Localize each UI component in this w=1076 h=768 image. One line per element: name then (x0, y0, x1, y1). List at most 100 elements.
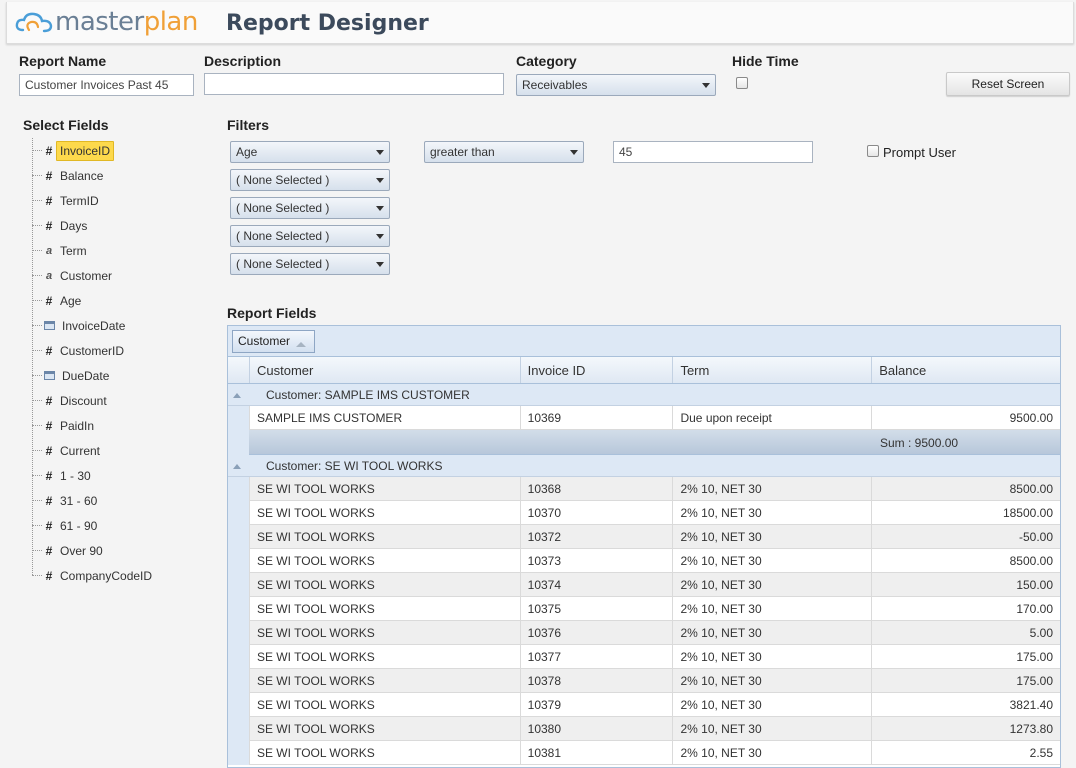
cell-term: 2% 10, NET 30 (672, 549, 872, 573)
group-chip-customer[interactable]: Customer (232, 330, 316, 353)
tree-item-days[interactable]: # Days (28, 213, 218, 238)
cell-balance: 175.00 (871, 669, 1060, 693)
cell-balance: 175.00 (871, 645, 1060, 669)
tree-item-31-60[interactable]: #31 - 60 (28, 488, 218, 513)
tree-item-label: Age (60, 293, 82, 308)
table-row[interactable]: SE WI TOOL WORKS 10375 2% 10, NET 30 170.00 (228, 597, 1060, 621)
filter-field-dropdown-2[interactable]: ( None Selected ) (230, 169, 390, 191)
chevron-down-icon (376, 150, 384, 155)
table-row[interactable]: SAMPLE IMS CUSTOMER 10369 Due upon recei… (228, 406, 1060, 430)
sort-ascending-icon[interactable] (296, 342, 307, 347)
tree-item-customerid[interactable]: # CustomerID (28, 338, 218, 363)
tree-item-label: DueDate (62, 368, 110, 383)
collapse-icon[interactable] (233, 393, 241, 398)
cell-invoice-id: 10368 (519, 477, 673, 501)
cell-invoice-id: 10381 (519, 741, 673, 765)
collapse-icon[interactable] (233, 464, 241, 469)
tree-item-duedate[interactable]: DueDate (28, 363, 218, 388)
tree-item-label: TermID (60, 193, 99, 208)
column-header-invoice-id[interactable]: Invoice ID (519, 357, 673, 383)
page-title: Report Designer (226, 11, 429, 36)
table-row[interactable]: SE WI TOOL WORKS 10370 2% 10, NET 30 18500.… (228, 501, 1060, 525)
tree-item-paidin[interactable]: # PaidIn (28, 413, 218, 438)
cell-customer: SE WI TOOL WORKS (248, 669, 520, 693)
group-rows: SE WI TOOL WORKS 10368 2% 10, NET 30 8500.0… (228, 477, 1060, 765)
table-row[interactable]: SE WI TOOL WORKS 10381 2% 10, NET 30 2.55 (228, 741, 1060, 765)
field-tree: # InvoiceID # Balance # TermID # Days a Term … (28, 138, 218, 588)
tree-item-balance[interactable]: # Balance (28, 163, 218, 188)
table-row[interactable]: SE WI TOOL WORKS 10372 2% 10, NET 30 -50.00 (228, 525, 1060, 549)
tree-item-current[interactable]: # Current (28, 438, 218, 463)
tree-item-customer[interactable]: a Customer (28, 263, 218, 288)
category-label: Category (516, 53, 577, 69)
column-header-term[interactable]: Term (672, 357, 871, 383)
tree-item-termid[interactable]: # TermID (28, 188, 218, 213)
tree-item-age[interactable]: # Age (28, 288, 218, 313)
filter-field-dropdown-1[interactable]: Age (230, 141, 390, 163)
cell-invoice-id: 10373 (519, 549, 673, 573)
tree-item-over-90[interactable]: # Over 90 (28, 538, 218, 563)
number-icon: # (45, 393, 53, 408)
table-row[interactable]: SE WI TOOL WORKS 10376 2% 10, NET 30 5.00 (228, 621, 1060, 645)
chevron-down-icon (376, 206, 384, 211)
column-header-customer[interactable]: Customer (248, 357, 520, 383)
table-row[interactable]: SE WI TOOL WORKS 10378 2% 10, NET 30 175.00 (228, 669, 1060, 693)
filter-operator-dropdown-1[interactable]: greater than (424, 141, 584, 163)
prompt-user-checkbox[interactable] (867, 145, 879, 157)
cell-balance: 150.00 (871, 573, 1060, 597)
tree-item-1-30[interactable]: #1 - 30 (28, 463, 218, 488)
cell-customer: SE WI TOOL WORKS (248, 573, 520, 597)
text-icon: a (45, 269, 53, 282)
table-row[interactable]: SE WI TOOL WORKS 10379 2% 10, NET 30 3821.4… (228, 693, 1060, 717)
cell-balance: 8500.00 (871, 477, 1060, 501)
tree-item-label: Current (60, 443, 101, 458)
column-header-balance[interactable]: Balance (871, 357, 1060, 383)
tree-item-label: Term (60, 243, 87, 258)
grid-header: Customer Invoice ID Term Balance (228, 357, 1060, 384)
cell-term: Due upon receipt (672, 406, 872, 430)
filter-field-dropdown-3[interactable]: ( None Selected ) (230, 197, 390, 219)
tree-item-label: CustomerID (60, 343, 125, 358)
cell-term: 2% 10, NET 30 (672, 573, 872, 597)
tree-item-invoiceid[interactable]: # InvoiceID (28, 138, 218, 163)
cell-invoice-id: 10375 (519, 597, 673, 621)
tree-item-label: Customer (60, 268, 113, 283)
reset-screen-button[interactable]: Reset Screen (946, 72, 1070, 96)
tree-item-discount[interactable]: # Discount (28, 388, 218, 413)
tree-item-61-90[interactable]: #61 - 90 (28, 513, 218, 538)
tree-item-label: Balance (60, 168, 104, 183)
cell-balance: 3821.40 (871, 693, 1060, 717)
hide-time-checkbox[interactable] (736, 77, 748, 89)
tree-item-term[interactable]: a Term (28, 238, 218, 263)
logo-text: masterplan (55, 7, 198, 37)
cell-term: 2% 10, NET 30 (672, 525, 872, 549)
tree-item-invoicedate[interactable]: InvoiceDate (28, 313, 218, 338)
table-row[interactable]: SE WI TOOL WORKS 10373 2% 10, NET 30 8500.0… (228, 549, 1060, 573)
tree-item-label: 31 - 60 (60, 493, 98, 508)
tree-item-label: 61 - 90 (60, 518, 98, 533)
report-name-input[interactable]: Customer Invoices Past 45 (19, 74, 194, 96)
description-input[interactable] (204, 73, 504, 95)
table-row[interactable]: SE WI TOOL WORKS 10377 2% 10, NET 30 175.00 (228, 645, 1060, 669)
cloud-icon (15, 10, 53, 34)
filter-field-dropdown-5[interactable]: ( None Selected ) (230, 253, 390, 275)
cell-term: 2% 10, NET 30 (672, 645, 872, 669)
cell-customer: SE WI TOOL WORKS (248, 477, 520, 501)
filter-field-dropdown-4[interactable]: ( None Selected ) (230, 225, 390, 247)
table-row[interactable]: SE WI TOOL WORKS 10380 2% 10, NET 30 1273.8… (228, 717, 1060, 741)
tree-item-label: PaidIn (60, 418, 95, 433)
masterplan-logo[interactable]: masterplan (15, 6, 198, 38)
number-icon: # (45, 518, 53, 533)
cell-balance: 5.00 (871, 621, 1060, 645)
chevron-down-icon (570, 150, 578, 155)
filters-title: Filters (227, 117, 270, 133)
cell-term: 2% 10, NET 30 (672, 741, 872, 765)
calendar-icon (44, 321, 55, 330)
filter-value-input-1[interactable]: 45 (613, 141, 813, 163)
filter-field-value: ( None Selected ) (236, 229, 330, 243)
table-row[interactable]: SE WI TOOL WORKS 10374 2% 10, NET 30 150.00 (228, 573, 1060, 597)
table-row[interactable]: SE WI TOOL WORKS 10368 2% 10, NET 30 8500.0… (228, 477, 1060, 501)
category-dropdown[interactable]: Receivables (516, 74, 716, 96)
tree-item-companycodeid[interactable]: # CompanyCodeID (28, 563, 218, 588)
filter-field-value: Age (236, 145, 258, 159)
